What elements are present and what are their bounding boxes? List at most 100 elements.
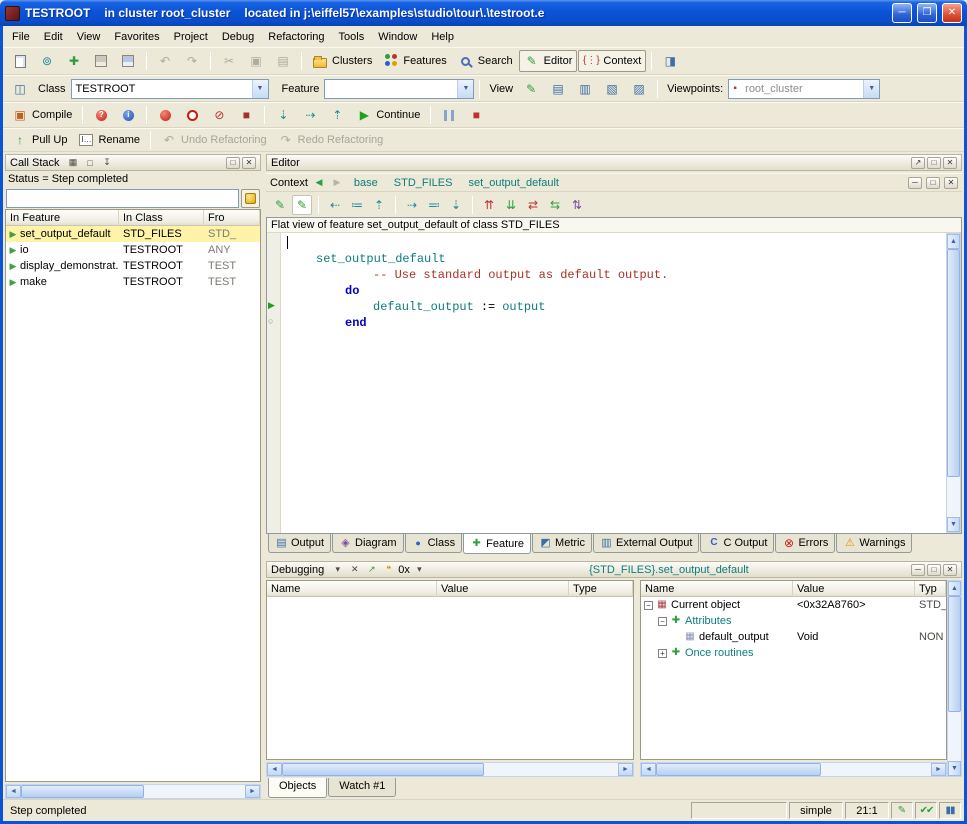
column-value[interactable]: Value (437, 581, 569, 597)
scroll-track[interactable] (947, 249, 960, 517)
external-tools-button[interactable]: ◨ (657, 50, 683, 72)
copy-button[interactable]: ▣ (243, 50, 269, 72)
comment-icon[interactable]: ❝ (381, 563, 396, 576)
breakpoint-slot-icon[interactable]: ○ (268, 317, 273, 326)
scroll-down-icon[interactable]: ▼ (947, 517, 960, 532)
open-button[interactable]: ⊚ (34, 50, 60, 72)
column-name[interactable]: Name (267, 581, 437, 597)
column-name[interactable]: Name (641, 581, 793, 597)
open-in-window-icon[interactable]: ↗ (364, 563, 379, 576)
step-into-button[interactable]: ⇣ (270, 104, 296, 126)
menu-item-refactoring[interactable]: Refactoring (261, 29, 331, 45)
exception-button[interactable] (241, 189, 260, 208)
close-tool-icon[interactable]: ✕ (242, 157, 256, 169)
save-button[interactable] (88, 50, 114, 72)
call-stack-row[interactable]: ▶display_demonstrat...TESTROOTTEST (6, 258, 260, 274)
scroll-left-icon[interactable]: ◄ (267, 763, 282, 776)
scroll-right-icon[interactable]: ► (245, 785, 260, 798)
paste-button[interactable]: ▤ (270, 50, 296, 72)
checks-state-icon[interactable]: ✔✔ (915, 802, 937, 819)
scroll-thumb[interactable] (947, 249, 960, 477)
maximize-tool-icon[interactable]: □ (927, 564, 941, 576)
scroll-thumb[interactable] (948, 596, 961, 712)
menu-item-window[interactable]: Window (371, 29, 424, 45)
object-tree-row[interactable]: −Current object<0x32A8760>STD_ (641, 597, 946, 613)
close-tool-icon[interactable]: ✕ (943, 564, 957, 576)
tab-c-output[interactable]: C Output (700, 534, 774, 553)
clients-icon[interactable]: ⇄ (523, 195, 543, 215)
scroll-up-icon[interactable]: ▲ (948, 581, 961, 596)
clusters-button[interactable]: Clusters (307, 50, 377, 72)
assigners-icon[interactable]: ≔ (347, 195, 367, 215)
maximize-tool-icon[interactable]: □ (927, 157, 941, 169)
maximize-tool-icon[interactable]: □ (226, 157, 240, 169)
import-stack-icon[interactable]: ↧ (100, 156, 115, 169)
watch-hscrollbar[interactable]: ◄ ► (266, 762, 634, 777)
scroll-left-icon[interactable]: ◄ (6, 785, 21, 798)
tab-feature[interactable]: Feature (463, 534, 531, 554)
contract-view-button[interactable]: ▧ (599, 78, 625, 100)
continue-button[interactable]: ▶Continue (351, 104, 425, 126)
scroll-track[interactable] (21, 785, 245, 798)
class-tool-button[interactable]: ◫ (7, 78, 33, 100)
collapse-icon[interactable]: − (644, 601, 653, 610)
scroll-track[interactable] (948, 596, 961, 761)
callees-icon[interactable]: ⇢ (402, 195, 422, 215)
menu-item-file[interactable]: File (5, 29, 37, 45)
column-type[interactable]: Typ (915, 581, 946, 597)
callers-icon[interactable]: ⇠ (325, 195, 345, 215)
minimize-tool-icon[interactable]: ─ (911, 564, 925, 576)
menu-item-tools[interactable]: Tools (332, 29, 372, 45)
collapse-icon[interactable]: − (658, 617, 667, 626)
tab-metric[interactable]: Metric (532, 534, 592, 553)
compile-button[interactable]: ▣Compile (7, 104, 77, 126)
menu-item-project[interactable]: Project (167, 29, 215, 45)
pause-button[interactable] (436, 104, 462, 126)
call-stack-hscrollbar[interactable]: ◄ ► (5, 784, 261, 799)
menu-item-debug[interactable]: Debug (215, 29, 261, 45)
scroll-right-icon[interactable]: ► (618, 763, 633, 776)
menu-item-favorites[interactable]: Favorites (107, 29, 166, 45)
pull-up-button[interactable]: ↑Pull Up (7, 129, 72, 151)
edit-state-icon[interactable]: ✎ (891, 802, 913, 819)
call-stack-row[interactable]: ▶set_output_defaultSTD_FILESSTD_ (6, 226, 260, 242)
breadcrumb-cluster[interactable]: base (348, 177, 384, 189)
columns-mode-icon[interactable]: ▮▮ (939, 802, 961, 819)
object-tree-row[interactable]: +Once routines (641, 645, 946, 661)
scroll-right-icon[interactable]: ► (931, 763, 946, 776)
edit-feature-icon[interactable]: ✎ (270, 195, 290, 215)
new-item-button[interactable]: ✚ (61, 50, 87, 72)
ignore-breakpoints-button[interactable]: ⊘ (206, 104, 232, 126)
open-in-editor-icon[interactable]: ✎ (292, 195, 312, 215)
creators-icon[interactable]: ⇡ (369, 195, 389, 215)
minimize-button[interactable]: ─ (892, 3, 912, 23)
watch-rows-empty[interactable] (267, 597, 633, 759)
history-forward-icon[interactable]: ▶ (330, 177, 344, 188)
minimize-tool-icon[interactable]: ─ (908, 177, 922, 189)
save-all-button[interactable] (115, 50, 141, 72)
debug-menu-dropdown-icon[interactable]: ▾ (330, 563, 345, 576)
flat-view-button[interactable]: ▥ (572, 78, 598, 100)
ancestors-icon[interactable]: ⇈ (479, 195, 499, 215)
inheritance-icon[interactable]: ⇅ (567, 195, 587, 215)
clickable-view-button[interactable]: ▤ (545, 78, 571, 100)
scroll-up-icon[interactable]: ▲ (947, 234, 960, 249)
created-icon[interactable]: ⇣ (446, 195, 466, 215)
close-button[interactable]: ✕ (942, 3, 962, 23)
tab-errors[interactable]: Errors (775, 534, 835, 553)
cut-button[interactable]: ✂ (216, 50, 242, 72)
scroll-down-icon[interactable]: ▼ (948, 761, 961, 776)
tab-class[interactable]: Class (405, 534, 463, 553)
column-in-feature[interactable]: In Feature (6, 210, 119, 226)
close-tool-icon[interactable]: ✕ (944, 177, 958, 189)
stop-button[interactable]: ■ (463, 104, 489, 126)
scroll-left-icon[interactable]: ◄ (641, 763, 656, 776)
step-over-button[interactable]: ⇢ (297, 104, 323, 126)
search-button[interactable]: Search (453, 50, 518, 72)
object-tree-row[interactable]: default_outputVoidNON (641, 629, 946, 645)
scroll-thumb[interactable] (282, 763, 484, 776)
tab-external-output[interactable]: External Output (593, 534, 699, 553)
breadcrumb-class[interactable]: STD_FILES (388, 177, 459, 189)
viewpoints-combobox[interactable]: ▪ root_cluster ▼ (728, 79, 880, 99)
scroll-track[interactable] (656, 763, 931, 776)
